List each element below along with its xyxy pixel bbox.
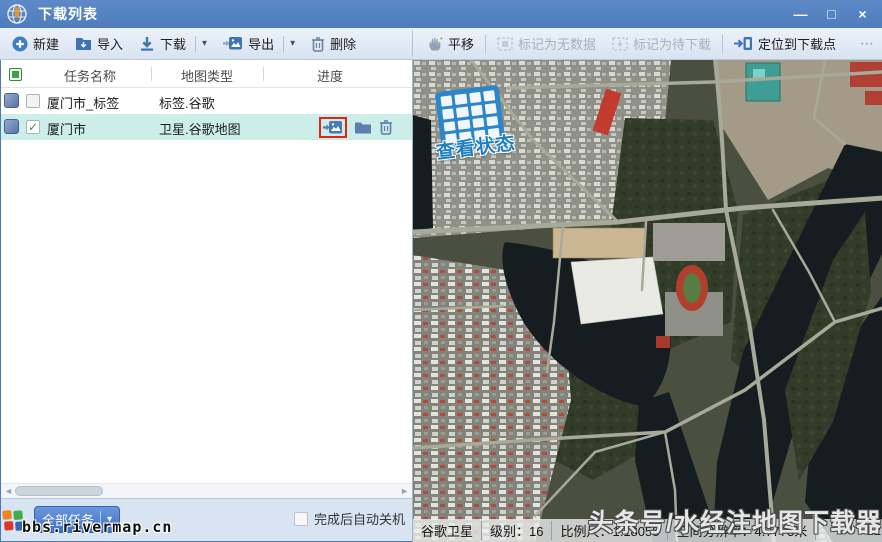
column-header-task-name[interactable]: 任务名称: [31, 66, 149, 85]
forum-watermark: bbs.rivermap.cn: [22, 518, 173, 536]
auto-shutdown-checkbox[interactable]: [294, 511, 308, 526]
divider: [151, 67, 152, 81]
row-open-folder-icon[interactable]: [354, 121, 372, 134]
minimize-button[interactable]: —: [785, 0, 816, 28]
export-button[interactable]: 导出 ▾: [215, 28, 303, 59]
maximize-button[interactable]: □: [816, 0, 847, 28]
map-type: 卫星.谷歌地图: [159, 122, 241, 137]
status-layer: 谷歌卫星: [413, 521, 483, 540]
auto-shutdown-label: 完成后自动关机: [314, 512, 406, 527]
task-status-icon: [4, 93, 19, 108]
locate-label: 定位到下载点: [758, 37, 837, 52]
export-label: 导出: [248, 37, 275, 52]
import-label: 导入: [97, 37, 124, 52]
pan-hand-icon: [429, 36, 443, 50]
table-row-selected[interactable]: ✓ 厦门市 卫星.谷歌地图: [1, 114, 412, 140]
toolbar-left-group: 新建 导入 下载 ▾ 导出 ▾ 删除: [4, 28, 364, 59]
window-controls: — □ ×: [785, 0, 878, 28]
map-viewport[interactable]: 查看状态 头条号/水经注地图下载器 谷歌卫星 级别：16 比例尺：1:18055…: [412, 60, 882, 542]
toolbar-more-button[interactable]: ⋯: [860, 28, 876, 59]
table-header: 任务名称 地图类型 进度: [1, 60, 412, 88]
divider: [722, 34, 724, 53]
task-status-icon: [4, 119, 19, 134]
view-status-stamp[interactable]: 查看状态: [429, 83, 517, 164]
row-checkbox-checked[interactable]: ✓: [26, 120, 40, 134]
status-zoom-level: 级别：16: [482, 521, 553, 540]
mark-pending-label: 标记为待下载: [633, 37, 712, 52]
table-row[interactable]: 厦门市_标签 标签.谷歌: [1, 88, 412, 114]
pan-label: 平移: [448, 37, 475, 52]
plus-circle-icon: [12, 36, 28, 51]
delete-label: 删除: [330, 37, 357, 52]
row-action-icons: [319, 116, 393, 138]
auto-shutdown-option[interactable]: 完成后自动关机: [294, 509, 405, 528]
locate-download-point-button[interactable]: 定位到下载点: [726, 28, 844, 59]
download-icon: [141, 36, 154, 51]
task-name: 厦门市_标签: [47, 96, 120, 111]
divider: [195, 35, 197, 52]
map-type: 标签.谷歌: [159, 96, 215, 111]
horizontal-scrollbar[interactable]: ◄ ►: [1, 483, 412, 498]
new-task-button[interactable]: 新建: [4, 28, 67, 59]
import-button[interactable]: 导入: [67, 28, 131, 59]
task-name: 厦门市: [47, 122, 87, 137]
bottom-bar: 全部任务 ▾ bbs.rivermap.cn 完成后自动关机: [1, 498, 412, 541]
mark-no-data-icon: [497, 36, 513, 51]
mark-no-data-label: 标记为无数据: [518, 37, 597, 52]
brand-watermark: 头条号/水经注地图下载器: [588, 509, 882, 537]
toolbar-right-group: 平移 标记为无数据 标记为待下载 定位到下载点: [419, 28, 844, 59]
toolbar: 新建 导入 下载 ▾ 导出 ▾ 删除 平移 标记为无数据 标记为待下载 定位到下…: [0, 28, 882, 60]
trash-icon: [312, 36, 325, 52]
export-dropdown-arrow-icon[interactable]: ▾: [290, 38, 295, 49]
title-bar: 下载列表 — □ ×: [0, 0, 882, 28]
row-checkbox-unchecked[interactable]: [26, 94, 40, 108]
scroll-right-arrow-icon[interactable]: ►: [400, 486, 409, 496]
scrollbar-thumb[interactable]: [15, 486, 103, 496]
scroll-left-arrow-icon[interactable]: ◄: [4, 486, 13, 496]
locate-icon: [734, 37, 753, 50]
row-export-image-icon[interactable]: [323, 120, 343, 135]
mark-pending-button[interactable]: 标记为待下载: [604, 28, 719, 59]
delete-button[interactable]: 删除: [303, 28, 364, 59]
column-header-map-type[interactable]: 地图类型: [153, 66, 261, 85]
highlight-red-box: [319, 116, 347, 138]
download-button[interactable]: 下载 ▾: [131, 28, 215, 59]
app-logo-icon: [7, 4, 27, 24]
download-label: 下载: [160, 37, 187, 52]
mark-pending-icon: [612, 36, 628, 51]
task-list-panel: 任务名称 地图类型 进度 厦门市_标签 标签.谷歌 ✓ 厦门市 卫星.谷歌地图: [1, 60, 412, 541]
export-image-icon: [223, 37, 243, 50]
download-dropdown-arrow-icon[interactable]: ▾: [202, 38, 207, 49]
pan-button[interactable]: 平移: [419, 28, 482, 59]
divider: [485, 34, 487, 53]
divider: [283, 35, 285, 52]
app-window: 下载列表 — □ × 新建 导入 下载 ▾ 导出 ▾ 删除 平移 标记为无数据 …: [0, 0, 882, 542]
new-task-label: 新建: [33, 37, 60, 52]
close-button[interactable]: ×: [847, 0, 878, 28]
row-delete-icon[interactable]: [379, 119, 393, 135]
select-all-checkbox[interactable]: [9, 68, 22, 81]
window-title: 下载列表: [38, 6, 98, 22]
divider: [263, 67, 264, 81]
column-header-progress[interactable]: 进度: [265, 66, 395, 85]
panel-divider: [412, 30, 413, 57]
mark-no-data-button[interactable]: 标记为无数据: [489, 28, 604, 59]
import-folder-icon: [76, 38, 92, 50]
